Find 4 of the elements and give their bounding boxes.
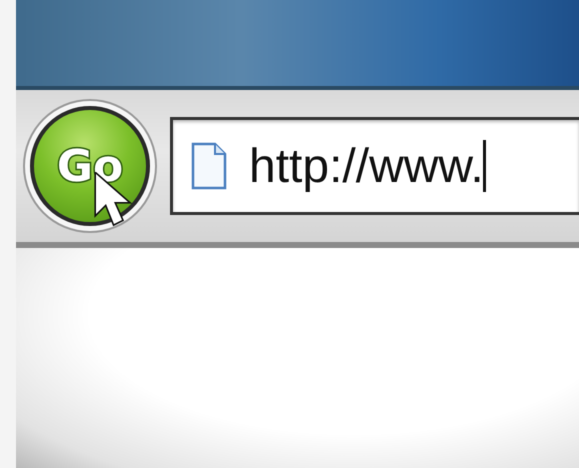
address-bar[interactable]: http://www.: [170, 117, 579, 215]
text-cursor: [483, 140, 486, 192]
page-icon: [191, 142, 227, 190]
url-input[interactable]: http://www.: [249, 138, 481, 194]
